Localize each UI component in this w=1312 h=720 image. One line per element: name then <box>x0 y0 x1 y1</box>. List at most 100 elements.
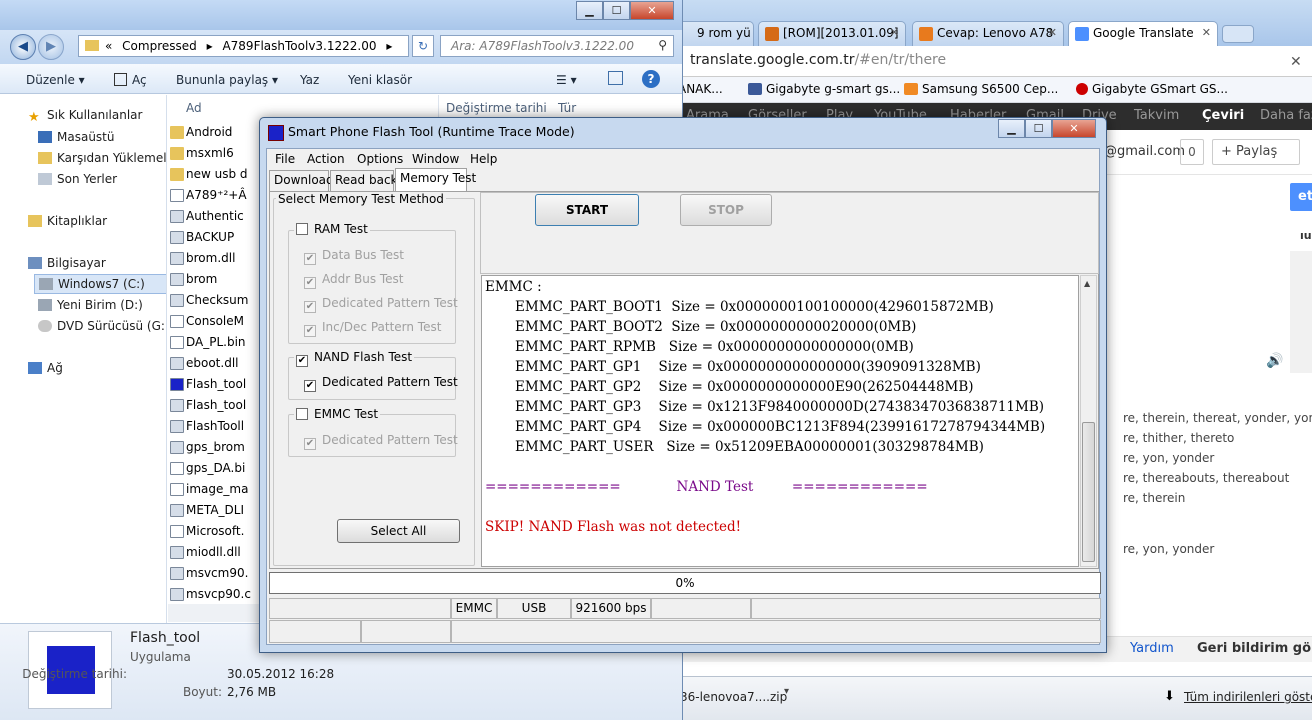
close-icon[interactable]: ✕ <box>630 1 674 20</box>
nav-desktop[interactable]: Masaüstü <box>38 130 114 144</box>
chrome-tab-3[interactable]: Cevap: Lenovo A78 ✕ <box>912 21 1064 46</box>
scroll-thumb[interactable] <box>1082 422 1095 562</box>
file-row[interactable]: META_DLI <box>168 500 268 521</box>
bookmark-item[interactable]: Gigabyte GSmart GS... <box>1076 82 1228 96</box>
column-modified[interactable]: Değiştirme tarihi <box>446 101 547 115</box>
chevron-down-icon[interactable]: ▾ <box>784 686 789 697</box>
data-bus-test-checkbox[interactable]: ✔ Data Bus Test <box>304 248 404 265</box>
chrome-tab-translate[interactable]: Google Translate ✕ <box>1068 21 1218 46</box>
file-row[interactable]: DA_PL.bin <box>168 332 268 353</box>
account-email[interactable]: @gmail.com <box>1104 144 1185 159</box>
translate-button[interactable]: et <box>1290 183 1312 211</box>
maximize-icon[interactable]: ☐ <box>1025 119 1052 138</box>
checkbox-checked[interactable]: ✔ <box>296 355 308 367</box>
wrench-icon[interactable]: ✕ <box>1290 54 1302 70</box>
file-row[interactable]: A789⁺²+Â <box>168 185 268 206</box>
chrome-tab-1[interactable]: 9 rom yü <box>680 21 754 46</box>
emmc-test-checkbox[interactable]: EMMC Test <box>294 407 381 421</box>
burn-button[interactable]: Yaz <box>300 73 319 87</box>
nav-network[interactable]: Ağ <box>28 361 63 375</box>
close-icon[interactable]: ✕ <box>1202 26 1211 39</box>
column-name[interactable]: Ad <box>186 101 202 115</box>
file-row[interactable]: new usb d <box>168 164 268 185</box>
close-icon[interactable]: ✕ <box>890 26 899 39</box>
show-all-downloads-link[interactable]: Tüm indirilenleri göster... <box>1184 690 1312 704</box>
gbar-item[interactable]: Takvim <box>1134 108 1179 123</box>
menu-file[interactable]: File <box>275 152 295 166</box>
breadcrumb[interactable]: « Compressed ▸ A789FlashToolv3.1222.00 ▸ <box>78 35 409 57</box>
minimize-icon[interactable]: ▁ <box>998 119 1025 138</box>
nav-drive-c[interactable]: Windows7 (C:) <box>34 274 166 294</box>
file-row[interactable]: msxml6 <box>168 143 268 164</box>
file-row[interactable]: brom.dll <box>168 248 268 269</box>
file-row[interactable]: msvcp90.c <box>168 584 268 602</box>
share-with-button[interactable]: Bununla paylaş ▾ <box>176 73 278 87</box>
file-row[interactable]: gps_DA.bi <box>168 458 268 479</box>
help-icon[interactable]: ? <box>642 70 660 88</box>
nav-computer[interactable]: Bilgisayar <box>28 256 106 270</box>
gbar-item[interactable]: Daha faz <box>1260 108 1312 123</box>
open-button[interactable]: Aç <box>114 73 147 87</box>
organize-button[interactable]: Düzenle ▾ <box>26 73 85 87</box>
start-button[interactable]: START <box>535 194 639 226</box>
file-row[interactable]: Flash_tool <box>168 374 268 395</box>
nav-libraries[interactable]: Kitaplıklar <box>28 214 107 228</box>
stop-button[interactable]: STOP <box>680 194 772 226</box>
footer-link-help[interactable]: Yardım <box>1130 641 1174 656</box>
nand-flash-test-checkbox[interactable]: ✔ NAND Flash Test <box>294 350 415 367</box>
back-icon[interactable]: ◀ <box>10 34 36 60</box>
ram-test-checkbox[interactable]: RAM Test <box>294 222 370 236</box>
emmc-dedicated-pattern-checkbox[interactable]: ✔ Dedicated Pattern Test <box>304 433 458 450</box>
file-row[interactable]: BACKUP <box>168 227 268 248</box>
horizontal-scrollbar[interactable] <box>168 604 268 622</box>
bookmark-item[interactable]: Samsung S6500 Cep... <box>904 82 1058 96</box>
new-folder-button[interactable]: Yeni klasör <box>348 73 412 87</box>
download-item[interactable]: 36-lenovoa7....zip <box>680 686 798 708</box>
gbar-item-active[interactable]: Çeviri <box>1202 108 1244 123</box>
file-row[interactable]: FlashTooll <box>168 416 268 437</box>
search-input[interactable]: Ara: A789FlashToolv3.1222.00 ⚲ <box>440 35 674 57</box>
addr-bus-test-checkbox[interactable]: ✔ Addr Bus Test <box>304 272 404 289</box>
scroll-up-icon[interactable]: ▲ <box>1084 279 1090 288</box>
close-icon[interactable]: ✕ <box>1048 26 1057 39</box>
menu-help[interactable]: Help <box>470 152 497 166</box>
file-row[interactable]: eboot.dll <box>168 353 268 374</box>
file-row[interactable]: Android <box>168 122 268 143</box>
minimize-icon[interactable]: ▁ <box>576 1 603 20</box>
preview-pane-icon[interactable] <box>608 71 623 85</box>
nav-drive-g[interactable]: DVD Sürücüsü (G:) C <box>38 319 166 333</box>
file-row[interactable]: ConsoleM <box>168 311 268 332</box>
share-button[interactable]: + Paylaş <box>1212 139 1300 165</box>
tab-memory-test[interactable]: Memory Test <box>395 168 476 191</box>
tab-read-back[interactable]: Read back <box>330 170 397 191</box>
bookmark-item[interactable]: Gigabyte g-smart gs... <box>748 82 900 96</box>
menu-action[interactable]: Action <box>307 152 345 166</box>
nav-downloads[interactable]: Karşıdan Yüklemeler <box>38 151 166 165</box>
menu-window[interactable]: Window <box>412 152 459 166</box>
nav-favorites[interactable]: ★ Sık Kullanılanlar <box>28 108 142 124</box>
checkbox-unchecked[interactable] <box>296 408 308 420</box>
file-row[interactable]: image_ma <box>168 479 268 500</box>
nand-dedicated-pattern-checkbox[interactable]: ✔ Dedicated Pattern Test <box>304 375 458 392</box>
inc-dec-pattern-checkbox[interactable]: ✔ Inc/Dec Pattern Test <box>304 320 441 337</box>
speaker-icon[interactable]: 🔊 <box>1266 353 1283 369</box>
trace-console[interactable]: EMMC : EMMC_PART_BOOT1 Size = 0x00000001… <box>481 275 1079 567</box>
column-type[interactable]: Tür <box>558 101 576 115</box>
breadcrumb-sep[interactable]: ▸ <box>386 39 392 53</box>
file-row[interactable]: gps_brom <box>168 437 268 458</box>
file-row[interactable]: brom <box>168 269 268 290</box>
breadcrumb-item[interactable]: Compressed <box>122 39 197 53</box>
nav-recent[interactable]: Son Yerler <box>38 172 117 186</box>
file-row[interactable]: Checksum <box>168 290 268 311</box>
view-options-icon[interactable]: ☰ ▾ <box>556 73 577 87</box>
file-row[interactable]: msvcm90. <box>168 563 268 584</box>
file-row[interactable]: Authentic <box>168 206 268 227</box>
chrome-tab-2[interactable]: [ROM][2013.01.09] ✕ <box>758 21 906 46</box>
menu-options[interactable]: Options <box>357 152 403 166</box>
new-tab-button[interactable] <box>1222 25 1254 43</box>
close-icon[interactable]: ✕ <box>1052 119 1096 138</box>
maximize-icon[interactable]: ☐ <box>603 1 630 20</box>
nav-drive-d[interactable]: Yeni Birim (D:) <box>38 298 143 312</box>
refresh-icon[interactable]: ↻ <box>412 35 434 57</box>
checkbox-unchecked[interactable] <box>296 223 308 235</box>
